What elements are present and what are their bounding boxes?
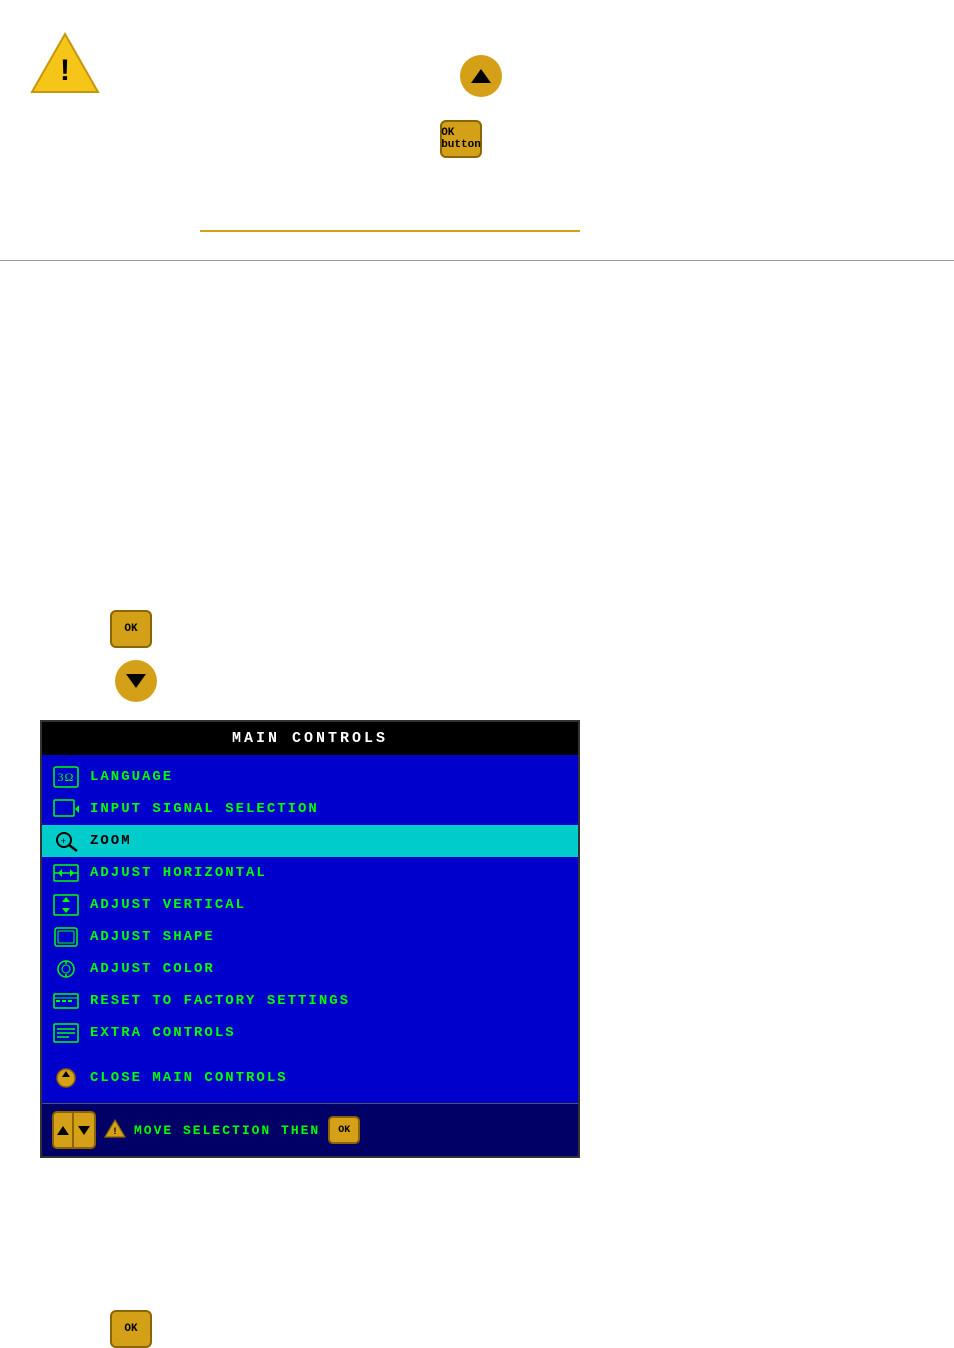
footer-text: MOVE SELECTION THEN (134, 1123, 320, 1138)
language-icon: 3Ω (52, 766, 80, 788)
adjust-vertical-icon (52, 894, 80, 916)
menu-item-close[interactable]: CLOSE MAIN CONTROLS (42, 1059, 578, 1097)
reset-factory-label: RESET TO FACTORY SETTINGS (90, 993, 350, 1009)
divider-line (200, 230, 580, 232)
input-signal-icon (52, 798, 80, 820)
menu-item-extra-controls[interactable]: EXTRA CONTROLS (42, 1017, 578, 1049)
updown-down (74, 1111, 96, 1149)
extra-controls-icon (52, 1022, 80, 1044)
menu-item-adjust-color[interactable]: ADJUST COLOR (42, 953, 578, 985)
middle-section: OK MAIN CONTROLS 3Ω LANGUAGE (0, 580, 954, 620)
menu-item-adjust-horizontal[interactable]: ADJUST HORIZONTAL (42, 857, 578, 889)
menu-item-input-signal[interactable]: INPUT SIGNAL SELECTION (42, 793, 578, 825)
adjust-color-label: ADJUST COLOR (90, 961, 215, 977)
svg-text:!: ! (60, 54, 70, 87)
extra-controls-label: EXTRA CONTROLS (90, 1025, 236, 1041)
warning-small-icon: ! (104, 1118, 126, 1143)
adjust-horizontal-label: ADJUST HORIZONTAL (90, 865, 267, 881)
ok-button-middle[interactable]: OK (110, 610, 152, 648)
zoom-icon: + (52, 830, 80, 852)
adjust-color-icon (52, 958, 80, 980)
language-label: LANGUAGE (90, 769, 173, 785)
zoom-label: ZOOM (90, 833, 132, 849)
reset-factory-icon (52, 990, 80, 1012)
adjust-vertical-label: ADJUST VERTICAL (90, 897, 246, 913)
adjust-shape-label: ADJUST SHAPE (90, 929, 215, 945)
updown-up (52, 1111, 74, 1149)
menu-item-zoom[interactable]: + ZOOM (42, 825, 578, 857)
section-divider (0, 260, 954, 261)
osd-title: MAIN CONTROLS (42, 722, 578, 755)
down-arrow-button[interactable] (115, 660, 157, 702)
menu-item-reset-factory[interactable]: RESET TO FACTORY SETTINGS (42, 985, 578, 1017)
svg-text:3Ω: 3Ω (58, 770, 75, 784)
adjust-shape-icon (52, 926, 80, 948)
osd-footer: ! MOVE SELECTION THEN OK (42, 1103, 578, 1156)
svg-text:!: ! (114, 1126, 117, 1136)
ok-button-top[interactable]: OK button (440, 120, 482, 158)
osd-menu: MAIN CONTROLS 3Ω LANGUAGE (40, 720, 580, 1158)
menu-item-adjust-shape[interactable]: ADJUST SHAPE (42, 921, 578, 953)
close-icon (52, 1067, 80, 1089)
warning-icon: ! (30, 30, 100, 95)
close-label: CLOSE MAIN CONTROLS (90, 1070, 288, 1086)
ok-button-footer[interactable]: OK (328, 1116, 360, 1144)
menu-item-adjust-vertical[interactable]: ADJUST VERTICAL (42, 889, 578, 921)
updown-icon (52, 1111, 96, 1149)
adjust-horizontal-icon (52, 862, 80, 884)
spacer (42, 1049, 578, 1059)
ok-button-bottom[interactable]: OK (110, 1310, 152, 1348)
input-signal-label: INPUT SIGNAL SELECTION (90, 801, 319, 817)
menu-item-language[interactable]: 3Ω LANGUAGE (42, 761, 578, 793)
up-arrow-button[interactable] (460, 55, 502, 97)
osd-items: 3Ω LANGUAGE INPUT SIGNAL SELECTION (42, 755, 578, 1103)
top-section: ! OK button (0, 0, 954, 300)
svg-text:+: + (61, 837, 67, 847)
